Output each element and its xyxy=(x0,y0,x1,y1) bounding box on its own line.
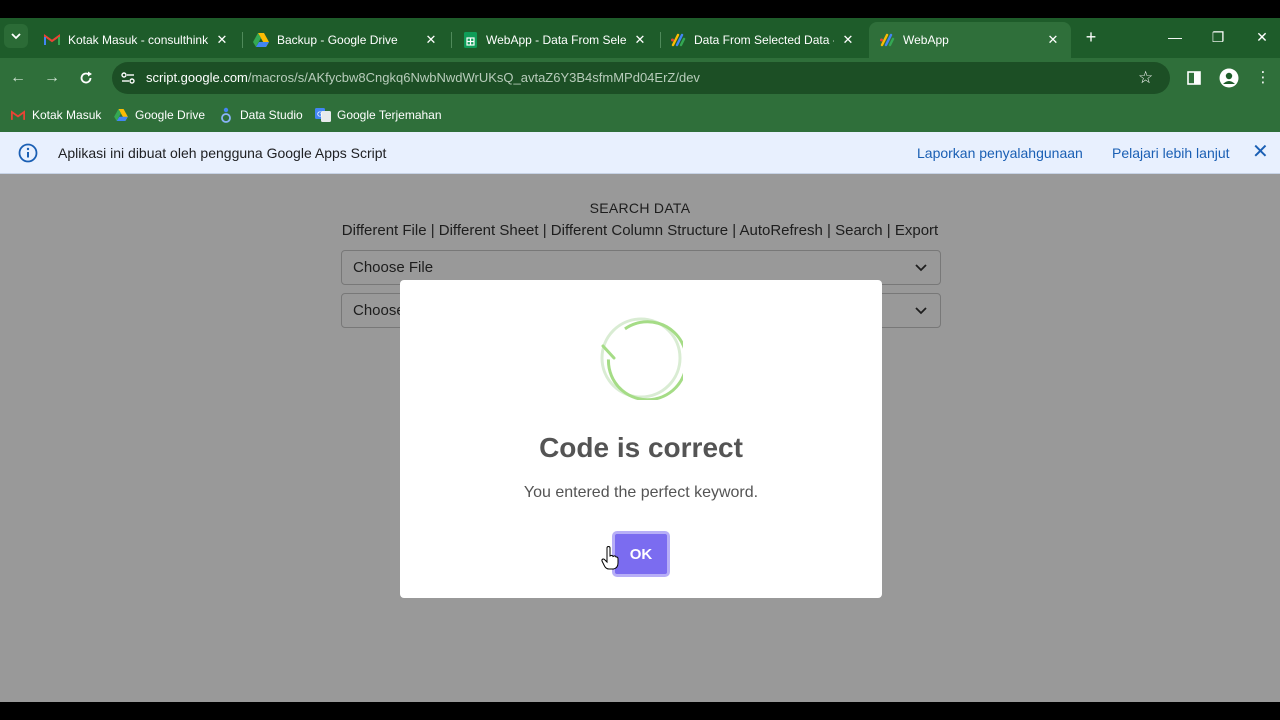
info-bar-text: Aplikasi ini dibuat oleh pengguna Google… xyxy=(58,145,387,161)
menu-kebab-icon[interactable]: ⋮ xyxy=(1251,66,1275,90)
google-translate-icon: G xyxy=(315,107,331,123)
site-settings-icon[interactable] xyxy=(120,70,136,86)
side-panel-icon[interactable] xyxy=(1182,66,1206,90)
tab-sheets-webapp[interactable]: WebApp - Data From Selected ✕ xyxy=(452,22,658,58)
tab-title: Backup - Google Drive xyxy=(277,33,398,47)
apps-script-icon xyxy=(879,32,895,48)
bookmark-label: Google Terjemahan xyxy=(337,108,442,122)
close-icon[interactable]: ✕ xyxy=(214,32,230,48)
tab-webapp-active[interactable]: WebApp ✕ xyxy=(869,22,1071,58)
bookmark-data-studio[interactable]: Data Studio xyxy=(218,106,303,124)
close-icon[interactable]: ✕ xyxy=(840,32,856,48)
tab-title: Data From Selected Data - E xyxy=(694,33,834,47)
tab-drive[interactable]: Backup - Google Drive ✕ xyxy=(243,22,449,58)
gmail-icon xyxy=(44,32,60,48)
close-icon[interactable]: ✕ xyxy=(1252,142,1269,162)
bookmark-label: Data Studio xyxy=(240,108,303,122)
google-sheets-icon xyxy=(462,32,478,48)
google-drive-icon xyxy=(113,107,129,123)
tab-title: WebApp xyxy=(903,33,949,47)
back-arrow-icon[interactable]: ← xyxy=(6,66,30,90)
close-icon[interactable]: ✕ xyxy=(423,32,439,48)
dialog-message: You entered the perfect keyword. xyxy=(523,484,759,501)
success-checkmark-icon xyxy=(600,317,683,400)
svg-text:G: G xyxy=(317,111,322,119)
report-abuse-link[interactable]: Laporkan penyalahgunaan xyxy=(917,145,1083,161)
tab-title: WebApp - Data From Selected xyxy=(486,33,626,47)
learn-more-link[interactable]: Pelajari lebih lanjut xyxy=(1112,145,1230,161)
url-host: script.google.com xyxy=(146,70,248,85)
bookmark-label: Google Drive xyxy=(135,108,206,122)
bookmark-gmail[interactable]: Kotak Masuk xyxy=(10,106,101,124)
window-close-button[interactable]: ✕ xyxy=(1247,26,1277,48)
info-bar: Aplikasi ini dibuat oleh pengguna Google… xyxy=(0,132,1280,174)
reload-icon[interactable] xyxy=(74,66,98,90)
forward-arrow-icon[interactable]: → xyxy=(40,66,64,90)
dialog-title: Code is correct xyxy=(539,432,743,463)
profile-avatar-icon[interactable] xyxy=(1217,66,1241,90)
info-icon xyxy=(18,143,38,163)
close-icon[interactable]: ✕ xyxy=(632,32,648,48)
apps-script-icon xyxy=(670,32,686,48)
address-bar[interactable]: script.google.com/macros/s/AKfycbw8Cngkq… xyxy=(112,62,1170,94)
bookmark-google-drive[interactable]: Google Drive xyxy=(113,106,205,124)
minimize-button[interactable]: — xyxy=(1160,26,1190,48)
url-text: script.google.com/macros/s/AKfycbw8Cngkq… xyxy=(146,70,700,85)
browser-chrome: Kotak Masuk - consulthinkpro ✕ Backup - … xyxy=(0,18,1280,132)
chevron-down-icon xyxy=(11,33,21,40)
screen-bottom-border xyxy=(0,702,1280,720)
screen-top-border xyxy=(0,0,1280,18)
hand-pointer-cursor-icon xyxy=(601,546,619,570)
google-drive-icon xyxy=(253,32,269,48)
tab-title: Kotak Masuk - consulthinkpro xyxy=(68,33,208,47)
url-path: /macros/s/AKfycbw8Cngkq6NwbNwdWrUKsQ_avt… xyxy=(247,70,700,85)
new-tab-button[interactable]: + xyxy=(1080,26,1102,48)
bookmarks-bar: Kotak Masuk Google Drive Data Studio G G… xyxy=(0,98,1280,132)
success-dialog: Code is correct You entered the perfect … xyxy=(400,280,882,598)
tab-gmail[interactable]: Kotak Masuk - consulthinkpro ✕ xyxy=(34,22,240,58)
tab-apps-script-data[interactable]: Data From Selected Data - E ✕ xyxy=(660,22,866,58)
ok-button[interactable]: OK xyxy=(612,531,670,577)
bookmark-star-icon[interactable]: ☆ xyxy=(1138,68,1153,88)
bookmark-label: Kotak Masuk xyxy=(32,108,102,122)
gmail-icon xyxy=(10,107,26,123)
data-studio-icon xyxy=(218,107,234,123)
restore-button[interactable]: ❐ xyxy=(1203,26,1233,48)
tab-strip: Kotak Masuk - consulthinkpro ✕ Backup - … xyxy=(0,18,1280,58)
browser-toolbar: ← → script.google.com/macros/s/AKfycbw8C… xyxy=(0,58,1280,98)
tab-search-button[interactable] xyxy=(4,24,28,48)
bookmark-google-translate[interactable]: G Google Terjemahan xyxy=(315,106,442,124)
close-icon[interactable]: ✕ xyxy=(1045,32,1061,48)
